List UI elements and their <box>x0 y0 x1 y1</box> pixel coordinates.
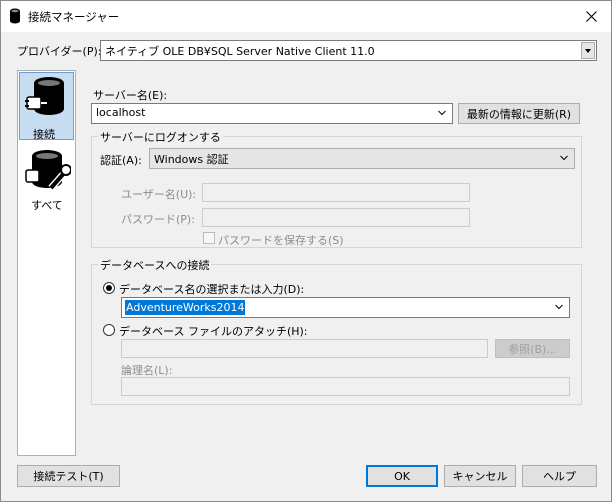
chevron-down-icon <box>555 304 563 310</box>
refresh-button[interactable]: 最新の情報に更新(R) <box>458 103 580 124</box>
attach-file-label: データベース ファイルのアタッチ(H): <box>119 325 308 338</box>
provider-value: ネイティブ OLE DB¥SQL Server Native Client 11… <box>105 45 375 58</box>
database-plug-icon <box>25 77 64 115</box>
server-name-select[interactable]: localhost <box>91 103 453 124</box>
logical-name-input[interactable] <box>121 377 570 396</box>
server-name-label: サーバー名(E): <box>93 89 168 102</box>
provider-select[interactable]: ネイティブ OLE DB¥SQL Server Native Client 11… <box>100 40 597 61</box>
attach-file-input[interactable] <box>121 339 488 358</box>
database-name-select[interactable]: AdventureWorks2014 <box>121 297 570 318</box>
logon-group-label: サーバーにログオンする <box>98 129 223 145</box>
select-database-label: データベース名の選択または入力(D): <box>119 283 305 296</box>
select-database-radio[interactable] <box>103 282 115 294</box>
username-input[interactable] <box>202 183 470 202</box>
save-password-checkbox[interactable] <box>203 232 215 244</box>
chevron-down-icon <box>560 155 568 161</box>
provider-label: プロバイダー(P): <box>17 45 102 58</box>
cancel-button[interactable]: キャンセル <box>444 465 516 487</box>
test-connection-button[interactable]: 接続テスト(T) <box>17 465 120 487</box>
password-input[interactable] <box>202 208 470 227</box>
database-name-value: AdventureWorks2014 <box>125 300 246 315</box>
close-icon <box>585 10 597 22</box>
server-name-value: localhost <box>96 106 146 119</box>
nav-item-connection-label: 接続 <box>33 128 55 141</box>
chevron-down-icon <box>438 110 446 116</box>
nav-item-all-label: すべて <box>31 199 63 212</box>
password-label: パスワード(P): <box>121 213 195 226</box>
ok-button[interactable]: OK <box>366 465 438 487</box>
help-button[interactable]: ヘルプ <box>522 465 597 487</box>
provider-dropdown-button[interactable] <box>581 42 595 59</box>
auth-select[interactable]: Windows 認証 <box>149 148 575 169</box>
database-icon <box>10 8 20 24</box>
chevron-down-icon <box>585 48 591 53</box>
window-title: 接続マネージャー <box>28 10 120 24</box>
window-frame <box>0 0 612 502</box>
database-group-label: データベースへの接続 <box>98 257 212 273</box>
attach-file-radio[interactable] <box>103 324 115 336</box>
browse-button[interactable]: 参照(B)... <box>495 339 570 358</box>
close-button[interactable] <box>578 6 604 26</box>
auth-value: Windows 認証 <box>154 153 229 166</box>
database-wrench-icon <box>25 150 71 191</box>
username-label: ユーザー名(U): <box>121 188 197 201</box>
logical-name-label: 論理名(L): <box>121 364 173 377</box>
save-password-label: パスワードを保存する(S) <box>218 234 344 247</box>
auth-label: 認証(A): <box>100 154 142 167</box>
